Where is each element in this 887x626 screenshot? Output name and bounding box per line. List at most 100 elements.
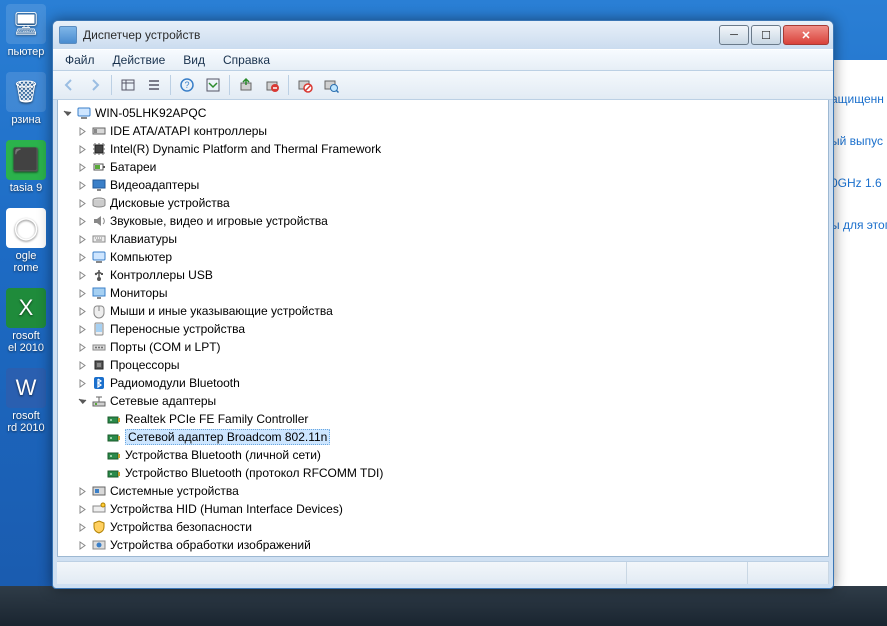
expand-toggle-icon[interactable] (75, 304, 90, 319)
nic-icon (106, 447, 122, 463)
tree-device[interactable]: Устройства Bluetooth (личной сети) (60, 446, 828, 464)
expand-toggle-icon[interactable] (75, 250, 90, 265)
tree-category[interactable]: Контроллеры USB (60, 266, 828, 284)
desktop-shortcut[interactable]: ⬛tasia 9 (0, 140, 52, 194)
tree-category[interactable]: Процессоры (60, 356, 828, 374)
tree-category[interactable]: Системные устройства (60, 482, 828, 500)
tree-item-label: Устройства HID (Human Interface Devices) (110, 502, 343, 516)
toolbar: ? (53, 71, 833, 100)
tree-category[interactable]: Мыши и иные указывающие устройства (60, 302, 828, 320)
nic-icon (106, 465, 122, 481)
tree-root[interactable]: WIN-05LHK92APQC (60, 104, 828, 122)
detail-view-button[interactable] (116, 73, 140, 97)
keyboard-icon (91, 231, 107, 247)
background-text-line: ы для этог (831, 218, 887, 232)
expand-toggle-icon[interactable] (60, 106, 75, 121)
minimize-button[interactable]: ─ (719, 25, 749, 45)
disable-button[interactable] (293, 73, 317, 97)
tree-item-label: Устройства Bluetooth (личной сети) (125, 448, 321, 462)
device-tree[interactable]: WIN-05LHK92APQC IDE ATA/ATAPI контроллеры… (58, 100, 828, 557)
action-button[interactable] (201, 73, 225, 97)
tree-content-area[interactable]: WIN-05LHK92APQC IDE ATA/ATAPI контроллеры… (57, 100, 829, 557)
tree-item-label: WIN-05LHK92APQC (95, 106, 206, 120)
titlebar[interactable]: Диспетчер устройств ─ ☐ ✕ (53, 21, 833, 49)
tree-category[interactable]: IDE ATA/ATAPI контроллеры (60, 122, 828, 140)
update-driver-button[interactable] (234, 73, 258, 97)
tree-category[interactable]: Мониторы (60, 284, 828, 302)
tree-device[interactable]: Устройство Bluetooth (протокол RFCOMM TD… (60, 464, 828, 482)
tree-category[interactable]: Переносные устройства (60, 320, 828, 338)
help-button[interactable]: ? (175, 73, 199, 97)
computer-icon (91, 249, 107, 265)
tree-item-label: Батареи (110, 160, 156, 174)
desktop-shortcut[interactable]: Wrosoft rd 2010 (0, 368, 52, 434)
nic-icon (106, 411, 122, 427)
expand-toggle-icon[interactable] (75, 484, 90, 499)
tree-category[interactable]: Устройства обработки изображений (60, 536, 828, 554)
tree-item-label: Переносные устройства (110, 322, 245, 336)
tree-category[interactable]: Звуковые, видео и игровые устройства (60, 212, 828, 230)
expand-toggle-icon[interactable] (75, 178, 90, 193)
expand-toggle-icon[interactable] (75, 160, 90, 175)
expand-toggle-icon[interactable] (75, 394, 90, 409)
tree-category[interactable]: Устройства безопасности (60, 518, 828, 536)
list-view-button[interactable] (142, 73, 166, 97)
expand-toggle-icon[interactable] (75, 268, 90, 283)
expand-toggle-icon[interactable] (75, 196, 90, 211)
expand-toggle-icon[interactable] (75, 340, 90, 355)
background-text-line: 0GHz 1.6 (831, 176, 887, 190)
desktop-shortcut[interactable]: 🖥пьютер (0, 4, 52, 58)
tree-device[interactable]: Сетевой адаптер Broadcom 802.11n (60, 428, 828, 446)
expand-toggle-icon[interactable] (75, 286, 90, 301)
desktop-shortcut[interactable]: ◯ogle rome (0, 208, 52, 274)
desktop-shortcut[interactable]: Xrosoft el 2010 (0, 288, 52, 354)
background-text-line: ый выпус (831, 134, 887, 148)
menu-действие[interactable]: Действие (105, 51, 174, 69)
expand-toggle-icon[interactable] (75, 376, 90, 391)
menubar[interactable]: ФайлДействиеВидСправка (53, 49, 833, 71)
scan-hardware-button[interactable] (319, 73, 343, 97)
expand-toggle-icon[interactable] (75, 538, 90, 553)
expand-toggle-icon[interactable] (75, 520, 90, 535)
display-icon (91, 177, 107, 193)
monitor-icon (91, 285, 107, 301)
computer-icon (76, 105, 92, 121)
tree-category[interactable]: Устройства HID (Human Interface Devices) (60, 500, 828, 518)
desktop-shortcut[interactable]: 🗑рзина (0, 72, 52, 126)
expand-toggle-icon[interactable] (75, 358, 90, 373)
menu-файл[interactable]: Файл (57, 51, 103, 69)
close-button[interactable]: ✕ (783, 25, 829, 45)
security-icon (91, 519, 107, 535)
tree-item-label: Радиомодули Bluetooth (110, 376, 240, 390)
tree-category[interactable]: Видеоадаптеры (60, 176, 828, 194)
expand-toggle-icon[interactable] (75, 502, 90, 517)
tree-category[interactable]: Радиомодули Bluetooth (60, 374, 828, 392)
tree-category[interactable]: Клавиатуры (60, 230, 828, 248)
tree-category[interactable]: Intel(R) Dynamic Platform and Thermal Fr… (60, 140, 828, 158)
tree-item-label: Intel(R) Dynamic Platform and Thermal Fr… (110, 142, 381, 156)
maximize-button[interactable]: ☐ (751, 25, 781, 45)
uninstall-button[interactable] (260, 73, 284, 97)
expand-toggle-icon[interactable] (75, 124, 90, 139)
expand-toggle-icon[interactable] (75, 232, 90, 247)
tree-item-label: Компьютер (110, 250, 172, 264)
menu-справка[interactable]: Справка (215, 51, 278, 69)
tree-category[interactable]: Сетевые адаптеры (60, 392, 828, 410)
expand-toggle-icon[interactable] (75, 214, 90, 229)
tree-category[interactable]: Компьютер (60, 248, 828, 266)
tree-item-label: Контроллеры USB (110, 268, 213, 282)
tree-category[interactable]: Батареи (60, 158, 828, 176)
tree-category[interactable]: Дисковые устройства (60, 194, 828, 212)
taskbar-fragment[interactable] (0, 586, 887, 626)
tree-device[interactable]: Realtek PCIe FE Family Controller (60, 410, 828, 428)
usb-icon (91, 267, 107, 283)
back-button[interactable] (57, 73, 81, 97)
tree-category[interactable]: Порты (COM и LPT) (60, 338, 828, 356)
expand-toggle-icon[interactable] (75, 322, 90, 337)
tree-item-label: IDE ATA/ATAPI контроллеры (110, 124, 267, 138)
portable-icon (91, 321, 107, 337)
expand-toggle-icon[interactable] (75, 142, 90, 157)
ide-icon (91, 123, 107, 139)
menu-вид[interactable]: Вид (175, 51, 213, 69)
forward-button[interactable] (83, 73, 107, 97)
